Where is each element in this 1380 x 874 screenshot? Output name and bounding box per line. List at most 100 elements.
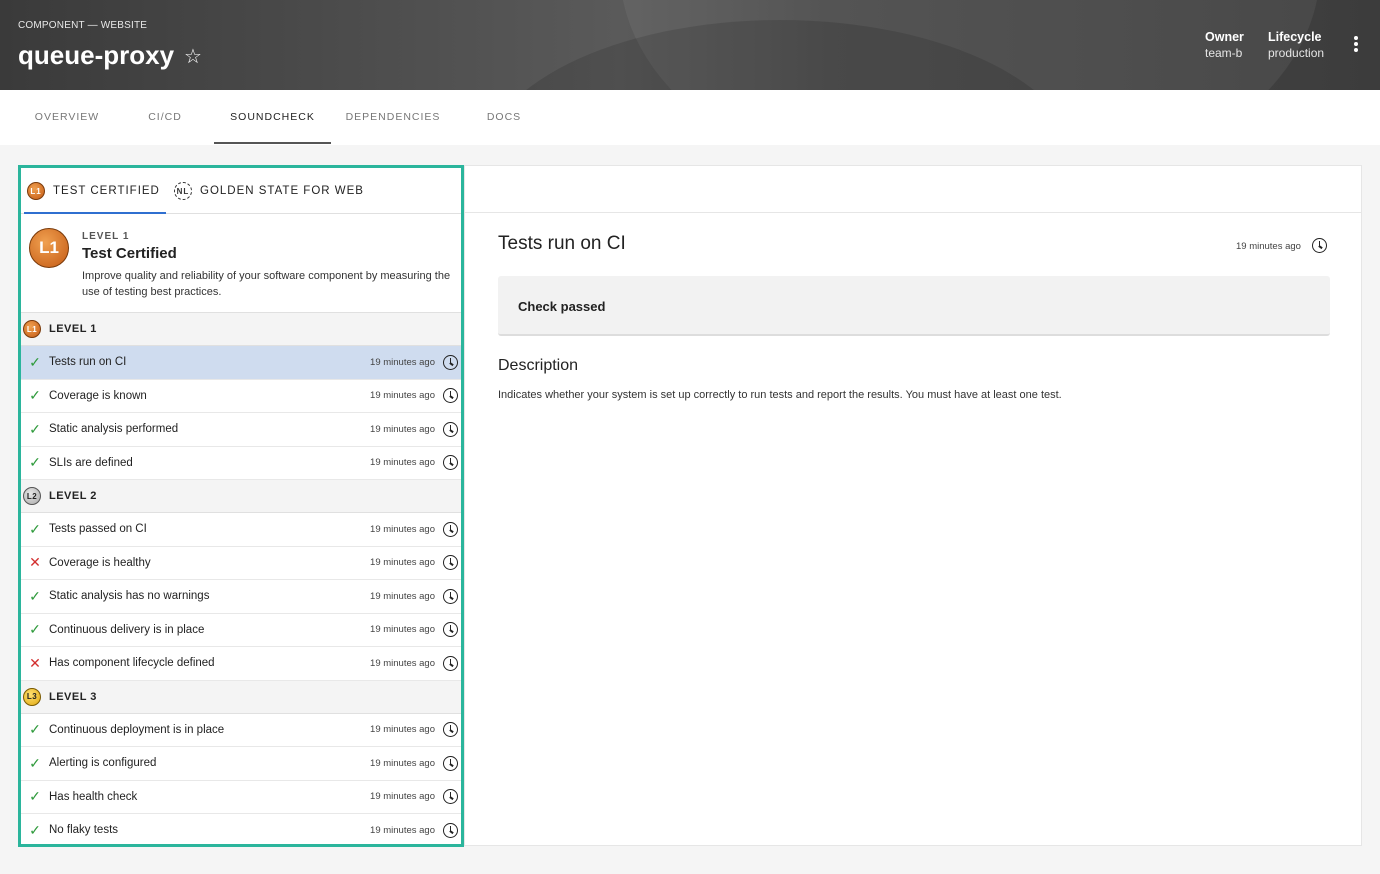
check-status-text: Check passed: [518, 299, 606, 314]
tab-soundcheck[interactable]: SOUNDCHECK: [214, 90, 331, 145]
owner-value[interactable]: team-b: [1205, 46, 1244, 60]
page-title: queue-proxy: [18, 40, 175, 70]
check-pass-icon: ✓: [29, 621, 41, 638]
check-timestamp: 19 minutes ago: [370, 423, 435, 435]
check-row[interactable]: ✓ Alerting is configured 19 minutes ago: [21, 747, 461, 781]
check-timestamp: 19 minutes ago: [370, 557, 435, 569]
history-clock-icon[interactable]: [443, 588, 458, 604]
track-tabs: L1 TEST CERTIFIED NL GOLDEN STATE FOR WE…: [21, 168, 461, 214]
group-label: LEVEL 3: [49, 690, 97, 703]
level-badge-icon: L1: [23, 320, 41, 338]
check-row[interactable]: ✓ Continuous deployment is in place 19 min…: [21, 714, 461, 747]
history-clock-icon[interactable]: [443, 822, 458, 838]
no-level-badge-icon: NL: [174, 182, 192, 200]
level-1-badge-icon: L1: [27, 182, 45, 200]
check-label: SLIs are defined: [49, 456, 133, 469]
check-label: Continuous deployment is in place: [49, 723, 225, 736]
history-clock-icon[interactable]: [443, 421, 458, 437]
tab-overview[interactable]: OVERVIEW: [18, 90, 116, 145]
description-heading: Description: [498, 357, 579, 374]
level-name: Test Certified: [82, 245, 177, 262]
history-clock-icon[interactable]: [443, 521, 458, 537]
check-timestamp: 19 minutes ago: [370, 724, 435, 736]
tab-dependencies[interactable]: DEPENDENCIES: [331, 90, 455, 145]
check-row[interactable]: ✓ Continuous delivery is in place 19 minut…: [21, 614, 461, 647]
check-label: Has health check: [49, 790, 138, 803]
check-timestamp: 19 minutes ago: [370, 824, 435, 836]
check-timestamp: 19 minutes ago: [370, 791, 435, 803]
history-clock-icon[interactable]: [443, 755, 458, 771]
check-pass-icon: ✓: [29, 788, 41, 805]
check-row[interactable]: ✓ Coverage is known 19 minutes ago: [21, 380, 461, 413]
level-badge-icon: L3: [23, 687, 41, 706]
check-pass-icon: ✓: [29, 754, 41, 771]
owner-info: Owner team-b: [1205, 30, 1244, 60]
check-row[interactable]: ✓ No flaky tests 19 minutes ago: [21, 814, 461, 844]
level-1-badge-icon: L1: [29, 228, 69, 268]
description-text: Indicates whether your system is set up …: [498, 389, 1062, 401]
history-clock-icon[interactable]: [443, 455, 458, 471]
level-kicker: LEVEL 1: [82, 231, 130, 242]
history-clock-icon[interactable]: [443, 789, 458, 805]
check-timestamp: 19 minutes ago: [370, 757, 435, 769]
check-row[interactable]: ✓ Tests passed on CI 19 minutes ago: [21, 513, 461, 547]
group-label: LEVEL 2: [49, 490, 97, 502]
history-clock-icon[interactable]: [443, 354, 458, 370]
soundcheck-checks-panel: L1 TEST CERTIFIED NL GOLDEN STATE FOR WE…: [18, 165, 464, 847]
lifecycle-label: Lifecycle: [1268, 30, 1322, 44]
check-row[interactable]: ✕ Has component lifecycle defined 19 minut…: [21, 647, 461, 681]
check-timestamp: 19 minutes ago: [370, 457, 435, 469]
check-timestamp: 19 minutes ago: [370, 356, 435, 368]
check-pass-icon: ✓: [29, 454, 41, 471]
check-list: L1 LEVEL 1 ✓ Tests run on CI 19 minutes ago ✓…: [21, 313, 461, 844]
check-row[interactable]: ✓ SLIs are defined 19 minutes ago: [21, 447, 461, 480]
check-row[interactable]: ✓ Static analysis has no warnings 19 minut…: [21, 580, 461, 614]
check-pass-icon: ✓: [29, 387, 41, 404]
history-clock-icon[interactable]: [1312, 238, 1327, 253]
check-pass-icon: ✓: [29, 587, 41, 604]
track-tab-label: TEST CERTIFIED: [53, 185, 160, 197]
history-clock-icon[interactable]: [443, 388, 458, 404]
star-icon[interactable]: ☆: [184, 44, 202, 69]
check-pass-icon: ✓: [29, 721, 41, 738]
track-tab-label: GOLDEN STATE FOR WEB: [200, 185, 364, 197]
tab-cicd[interactable]: CI/CD: [116, 90, 214, 145]
check-label: No flaky tests: [49, 824, 119, 837]
tab-docs[interactable]: DOCS: [455, 90, 553, 145]
track-tab-golden-state[interactable]: NL GOLDEN STATE FOR WEB: [174, 168, 364, 214]
track-tab-test-certified[interactable]: L1 TEST CERTIFIED: [27, 168, 160, 214]
check-label: Static analysis has no warnings: [49, 590, 210, 603]
entity-tabs: OVERVIEW CI/CD SOUNDCHECK DEPENDENCIES D…: [0, 90, 1380, 145]
lifecycle-info: Lifecycle production: [1268, 30, 1324, 60]
history-clock-icon[interactable]: [443, 555, 458, 571]
check-pass-icon: ✓: [29, 420, 41, 437]
check-fail-icon: ✕: [29, 654, 41, 671]
check-label: Coverage is healthy: [49, 556, 151, 569]
history-clock-icon[interactable]: [443, 722, 458, 738]
history-clock-icon[interactable]: [443, 655, 458, 671]
check-label: Alerting is configured: [49, 757, 157, 770]
active-tab-indicator: [214, 142, 331, 144]
check-label: Coverage is known: [49, 389, 147, 402]
level-1-group: L1 LEVEL 1: [21, 313, 461, 346]
group-label: LEVEL 1: [49, 323, 97, 335]
lifecycle-value: production: [1268, 46, 1325, 60]
check-row[interactable]: ✕ Coverage is healthy 19 minutes ago: [21, 547, 461, 580]
check-label: Static analysis performed: [49, 423, 179, 436]
check-row[interactable]: ✓ Has health check 19 minutes ago: [21, 781, 461, 814]
level-header: L1 LEVEL 1 Test Certified Improve qualit…: [21, 214, 461, 313]
detail-title: Tests run on CI: [498, 233, 626, 254]
level-3-group: L3 LEVEL 3: [21, 680, 461, 714]
check-row[interactable]: ✓ Tests run on CI 19 minutes ago: [21, 346, 461, 380]
level-description: Improve quality and reliability of your …: [82, 270, 451, 298]
owner-label: Owner: [1205, 30, 1244, 44]
check-row[interactable]: ✓ Static analysis performed 19 minutes ago: [21, 413, 461, 447]
check-timestamp: 19 minutes ago: [370, 657, 435, 669]
level-badge-icon: L2: [23, 487, 41, 505]
check-timestamp: 19 minutes ago: [370, 523, 435, 535]
check-pass-icon: ✓: [29, 520, 41, 537]
check-timestamp: 19 minutes ago: [370, 390, 435, 402]
kebab-menu-icon[interactable]: [1350, 36, 1362, 54]
check-label: Has component lifecycle defined: [49, 657, 215, 670]
history-clock-icon[interactable]: [443, 622, 458, 638]
